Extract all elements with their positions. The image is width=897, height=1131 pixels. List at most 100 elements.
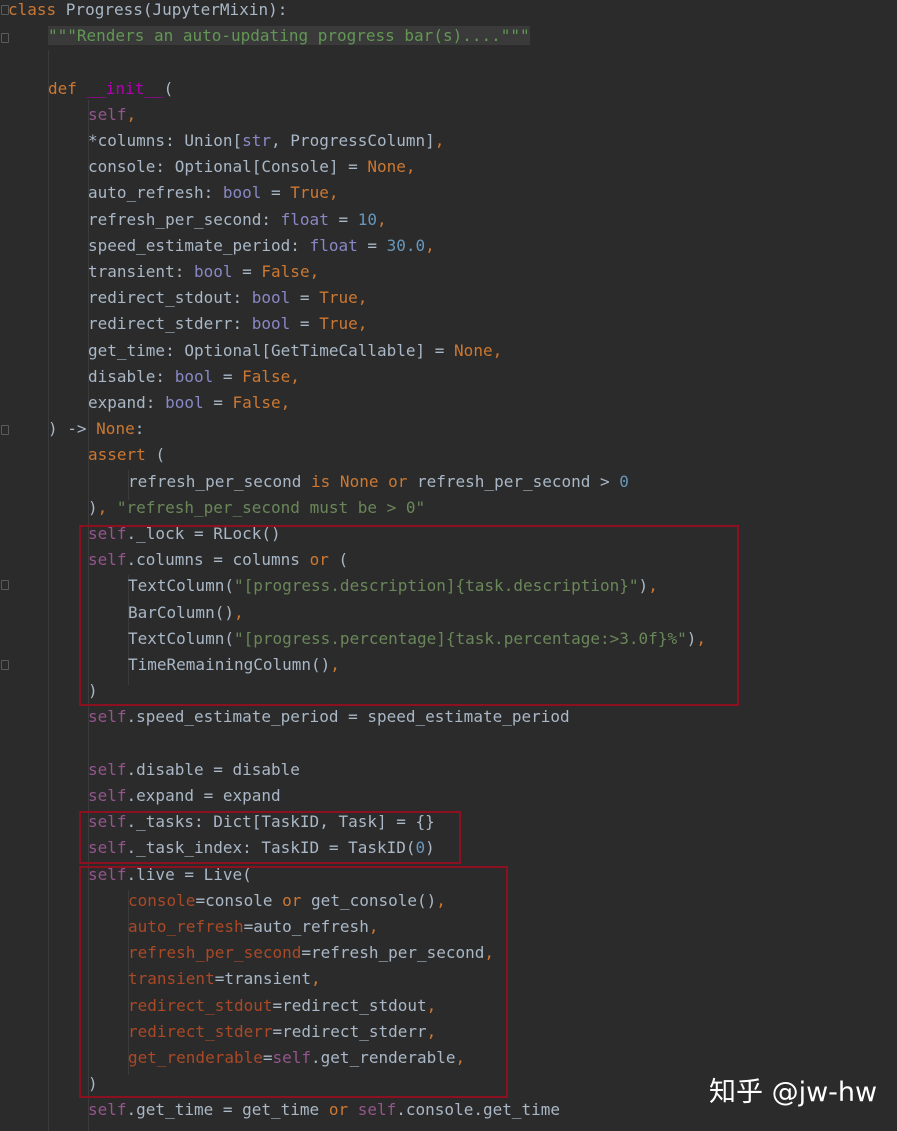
code-token: 0 <box>619 471 629 491</box>
code-line[interactable]: redirect_stdout: bool = True, <box>88 285 367 311</box>
code-token: .console.get_time <box>396 1100 561 1120</box>
code-token: 30.0 <box>386 235 426 255</box>
code-token: .speed_estimate_period = speed_estimate_… <box>126 707 570 727</box>
code-token: self <box>88 759 127 779</box>
code-token: = <box>328 209 358 229</box>
code-line[interactable]: ), "refresh_per_second must be > 0" <box>88 495 425 521</box>
code-token: .expand = expand <box>126 786 281 805</box>
code-line[interactable]: self.disable = disable <box>88 757 300 783</box>
code-token: , <box>434 131 445 150</box>
code-token: self <box>88 1100 127 1120</box>
fold-marker-icon[interactable] <box>1 425 9 435</box>
code-line[interactable]: def __init__( <box>48 76 173 102</box>
code-token: self <box>357 1100 397 1120</box>
code-token: = <box>290 288 320 308</box>
highlight-box-live <box>79 866 508 1098</box>
code-line[interactable]: speed_estimate_period: float = 30.0, <box>88 233 435 259</box>
code-token: bool <box>251 288 291 308</box>
code-token: ( <box>163 78 174 98</box>
code-token: """Renders an auto-updating progress bar… <box>48 26 530 46</box>
code-line[interactable]: self.expand = expand <box>88 783 281 809</box>
code-line[interactable]: get_time: Optional[GetTimeCallable] = No… <box>88 338 502 364</box>
code-token: def <box>48 78 87 98</box>
code-token: self <box>88 786 127 805</box>
code-token: .get_time = get_time <box>126 1100 329 1120</box>
code-token: redirect_stdout: <box>88 288 252 308</box>
code-token: False, <box>261 262 320 281</box>
code-token: class <box>8 0 66 19</box>
code-token: auto_refresh: <box>88 183 223 203</box>
code-token: bool <box>222 183 262 203</box>
code-token: console: Optional[Console] = <box>88 157 368 177</box>
code-token: = <box>290 314 320 334</box>
watermark-text: 知乎 @jw-hw <box>709 1077 878 1108</box>
code-token: = <box>232 262 262 281</box>
code-token: 10 <box>357 209 377 229</box>
code-line[interactable]: redirect_stderr: bool = True, <box>88 311 367 337</box>
code-token: ( <box>155 445 166 465</box>
code-token: get_time: Optional[GetTimeCallable] = <box>88 340 455 360</box>
code-line[interactable]: console: Optional[Console] = None, <box>88 154 416 180</box>
code-token: self <box>88 707 127 727</box>
code-token: bool <box>193 262 233 281</box>
code-token: , ProgressColumn] <box>271 131 435 150</box>
code-line[interactable]: transient: bool = False, <box>88 259 319 285</box>
code-token: = <box>213 366 243 386</box>
code-token: bool <box>165 393 204 412</box>
fold-marker-icon[interactable] <box>1 33 9 43</box>
code-line[interactable]: assert ( <box>88 442 165 468</box>
code-token: = <box>203 393 233 412</box>
code-token: is None or <box>311 471 417 491</box>
code-line[interactable]: ) -> None: <box>48 416 144 442</box>
code-token: True, <box>319 314 368 334</box>
indent-guide-line <box>48 50 49 1131</box>
code-token: disable: <box>88 366 175 386</box>
code-token: transient: <box>88 262 194 281</box>
code-token: , <box>425 235 435 255</box>
code-line[interactable]: """Renders an auto-updating progress bar… <box>48 23 530 49</box>
code-token: False, <box>232 393 291 412</box>
code-token: str <box>242 131 272 150</box>
code-token: speed_estimate_period: <box>88 235 310 255</box>
code-line[interactable]: expand: bool = False, <box>88 390 290 416</box>
code-line[interactable]: class Progress(JupyterMixin): <box>8 0 287 23</box>
code-token: *columns: Union[ <box>88 131 243 150</box>
code-line[interactable]: auto_refresh: bool = True, <box>88 180 338 206</box>
code-token: False, <box>242 366 300 386</box>
code-editor[interactable]: class Progress(JupyterMixin): """Renders … <box>0 0 897 1131</box>
code-line[interactable]: self, <box>88 102 136 128</box>
code-token: None, <box>454 340 503 360</box>
fold-marker-icon[interactable] <box>1 660 9 670</box>
code-line[interactable]: self.get_time = get_time or self.console… <box>88 1097 560 1123</box>
code-token: refresh_per_second <box>128 471 312 491</box>
code-token: or <box>328 1100 358 1120</box>
code-line[interactable]: disable: bool = False, <box>88 364 300 390</box>
code-line[interactable]: *columns: Union[str, ProgressColumn], <box>88 128 444 154</box>
code-token: : <box>134 419 145 439</box>
code-token: = <box>357 235 387 255</box>
code-token: float <box>280 209 329 229</box>
code-token: .disable = disable <box>126 759 300 779</box>
code-token: None, <box>367 157 416 177</box>
code-token: refresh_per_second: <box>88 209 281 229</box>
code-token: = <box>261 183 291 203</box>
code-line[interactable]: refresh_per_second is None or refresh_pe… <box>128 469 629 495</box>
code-token: , <box>97 497 117 517</box>
code-line[interactable]: self.speed_estimate_period = speed_estim… <box>88 704 570 730</box>
highlight-box-tasks <box>79 811 461 864</box>
fold-marker-icon[interactable] <box>1 580 9 590</box>
code-token: assert <box>88 445 156 465</box>
highlight-box-columns <box>79 525 739 706</box>
code-token: ) -> <box>48 419 97 439</box>
code-token: True, <box>290 183 339 203</box>
code-token: float <box>309 235 358 255</box>
code-token: expand: <box>88 393 166 412</box>
code-token: __init__ <box>86 78 164 98</box>
code-token: ) <box>88 497 98 517</box>
code-token: None <box>96 419 135 439</box>
code-token: refresh_per_second > <box>417 471 620 491</box>
code-token: True, <box>319 288 368 308</box>
code-line[interactable]: refresh_per_second: float = 10, <box>88 207 387 233</box>
code-token: bool <box>174 366 214 386</box>
code-token: , <box>377 209 387 229</box>
